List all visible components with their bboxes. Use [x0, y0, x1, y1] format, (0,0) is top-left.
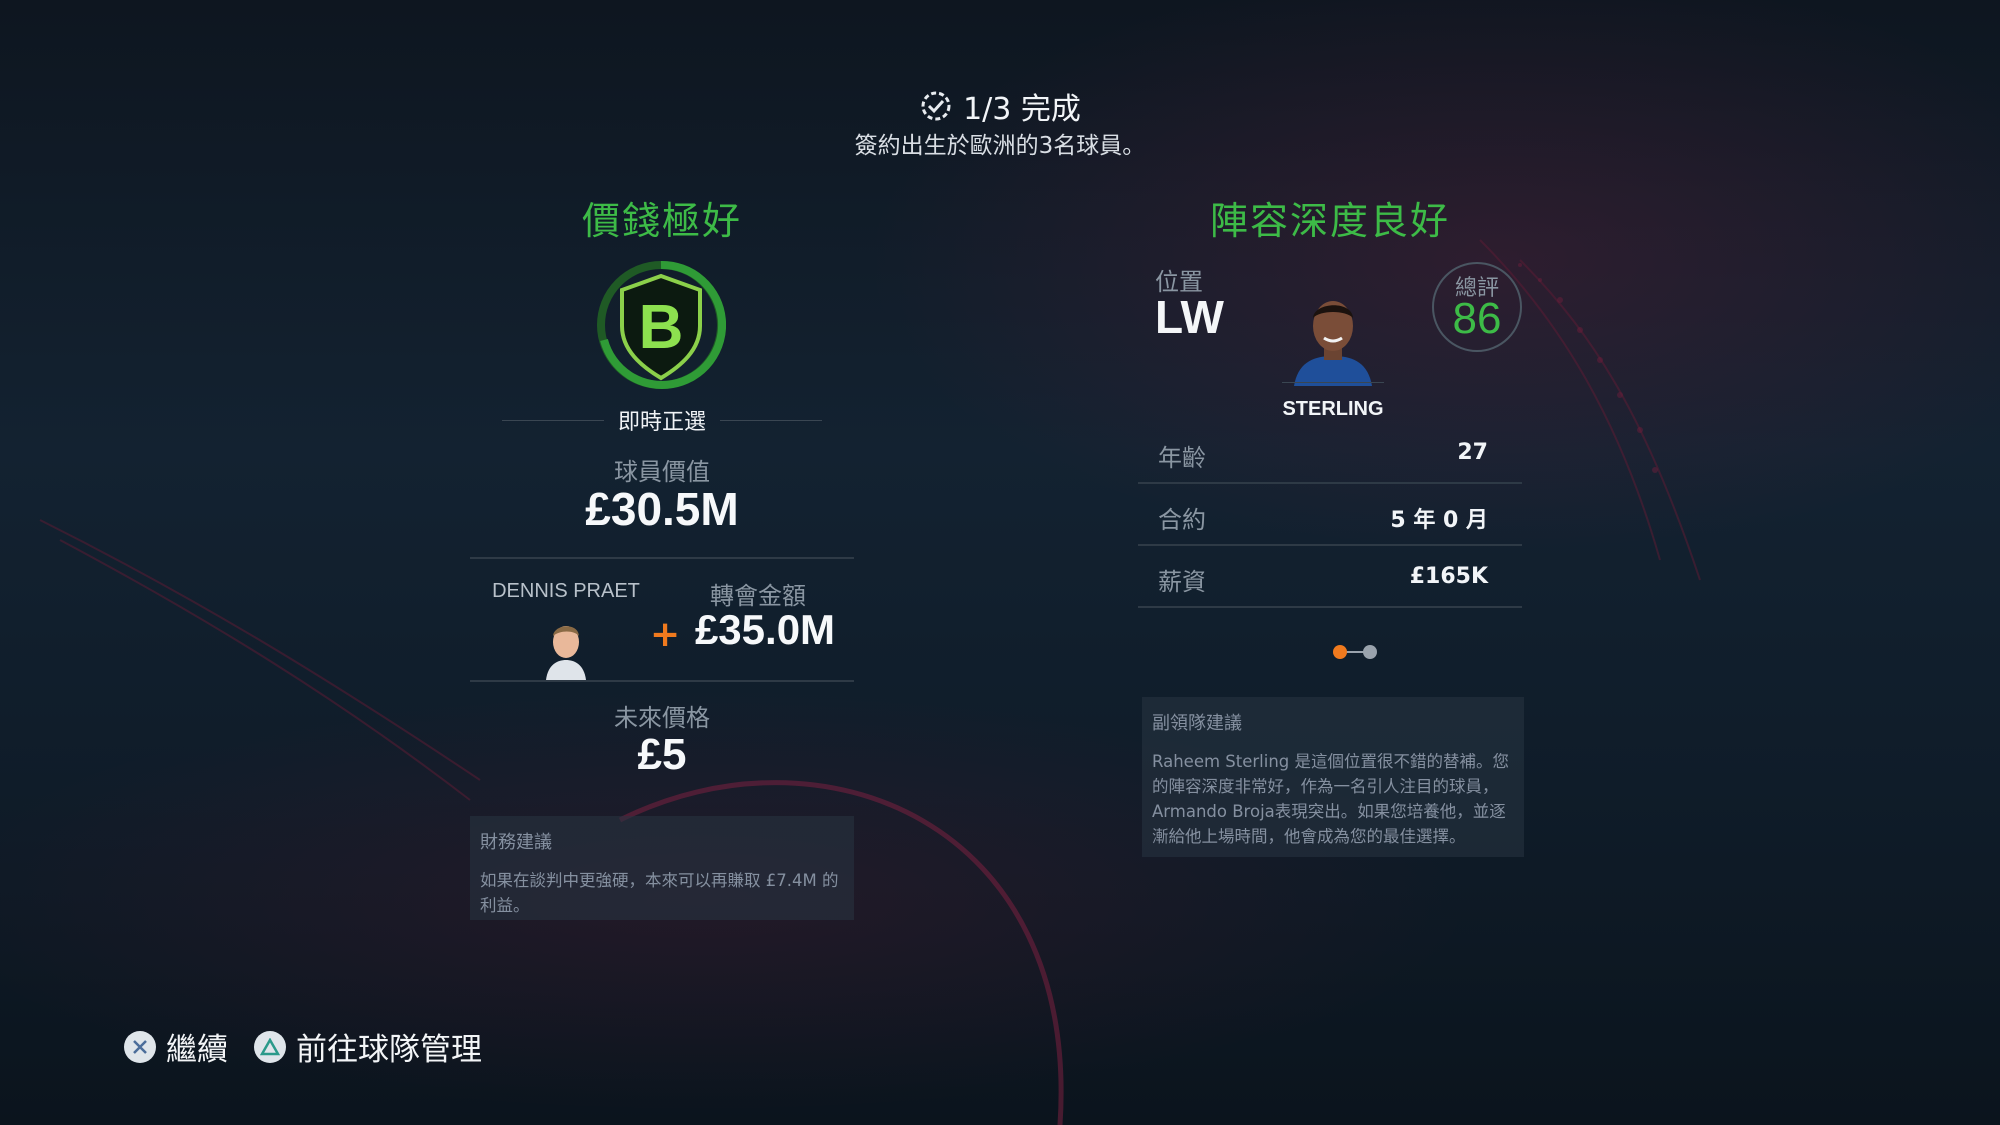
stat-value: £165K [1409, 564, 1488, 589]
overall-rating-ring: 總評 86 [1432, 262, 1522, 352]
background-decoration [39, 239, 1701, 1125]
grade-caption-row: 即時正選 [502, 408, 823, 435]
value-verdict-title: 價錢極好 [581, 199, 742, 243]
grade-letter: B [639, 293, 684, 362]
continue-label: 繼續 [166, 1032, 228, 1068]
player-name: STERLING [1282, 398, 1384, 420]
player-portrait [1294, 301, 1372, 386]
transfer-fee: £35.0M [694, 606, 836, 653]
divider [470, 680, 854, 682]
overall-rating: 86 [1452, 294, 1502, 343]
divider [720, 419, 823, 421]
future-price: £5 [637, 730, 687, 779]
assistant-advice-box: 副領隊建議 Raheem Sterling 是這個位置很不錯的替補。您的陣容深度… [1142, 697, 1524, 857]
progress-text: 1/3 完成 [963, 92, 1081, 127]
stat-row-age: 年齡 27 [1138, 424, 1522, 484]
page-indicator [1333, 645, 1377, 659]
grade-caption: 即時正選 [618, 410, 707, 435]
assistant-advice-title: 副領隊建議 [1152, 713, 1242, 734]
go-to-squad-label: 前往球隊管理 [296, 1032, 482, 1068]
stat-value: 5 年 0 月 [1390, 508, 1488, 533]
triangle-button-icon [254, 1030, 286, 1063]
divider [470, 557, 854, 559]
progress-check-icon [921, 91, 951, 121]
stat-value: 27 [1457, 440, 1488, 465]
page-dot[interactable] [1363, 645, 1377, 659]
continue-button[interactable]: 繼續 [124, 1024, 228, 1069]
swap-player-avatar [546, 626, 586, 680]
future-price-label: 未來價格 [614, 704, 710, 732]
objective-text: 簽約出生於歐洲的3名球員。 [854, 133, 1146, 159]
squad-depth-title: 陣容深度良好 [1209, 199, 1450, 243]
divider [502, 419, 604, 421]
assistant-advice-text: Raheem Sterling 是這個位置很不錯的替補。您的陣容深度非常好，作為… [1152, 752, 1510, 846]
stat-row-contract: 合約 5 年 0 月 [1138, 486, 1522, 546]
cross-button-icon [124, 1030, 156, 1063]
finance-advice-title: 財務建議 [480, 832, 552, 853]
page-dot-active[interactable] [1333, 645, 1347, 659]
stat-label: 年齡 [1158, 444, 1206, 472]
player-position: LW [1155, 291, 1224, 343]
stat-label: 合約 [1158, 506, 1206, 534]
divider [1282, 382, 1384, 383]
swap-player-name: DENNIS PRAET [492, 580, 640, 602]
finance-advice-text: 如果在談判中更強硬，本來可以再賺取 £7.4M 的利益。 [480, 871, 839, 915]
objective-progress: 1/3 完成 [0, 84, 2000, 128]
finance-advice-box: 財務建議 如果在談判中更強硬，本來可以再賺取 £7.4M 的利益。 [470, 816, 854, 920]
plus-sign: + [650, 614, 681, 655]
grade-badge: B [597, 260, 726, 389]
player-value: £30.5M [585, 483, 739, 535]
go-to-squad-button[interactable]: 前往球隊管理 [254, 1024, 482, 1069]
stat-row-wage: 薪資 £165K [1138, 548, 1522, 608]
button-prompts: 繼續 前往球隊管理 [124, 1024, 482, 1069]
stat-label: 薪資 [1158, 568, 1206, 596]
